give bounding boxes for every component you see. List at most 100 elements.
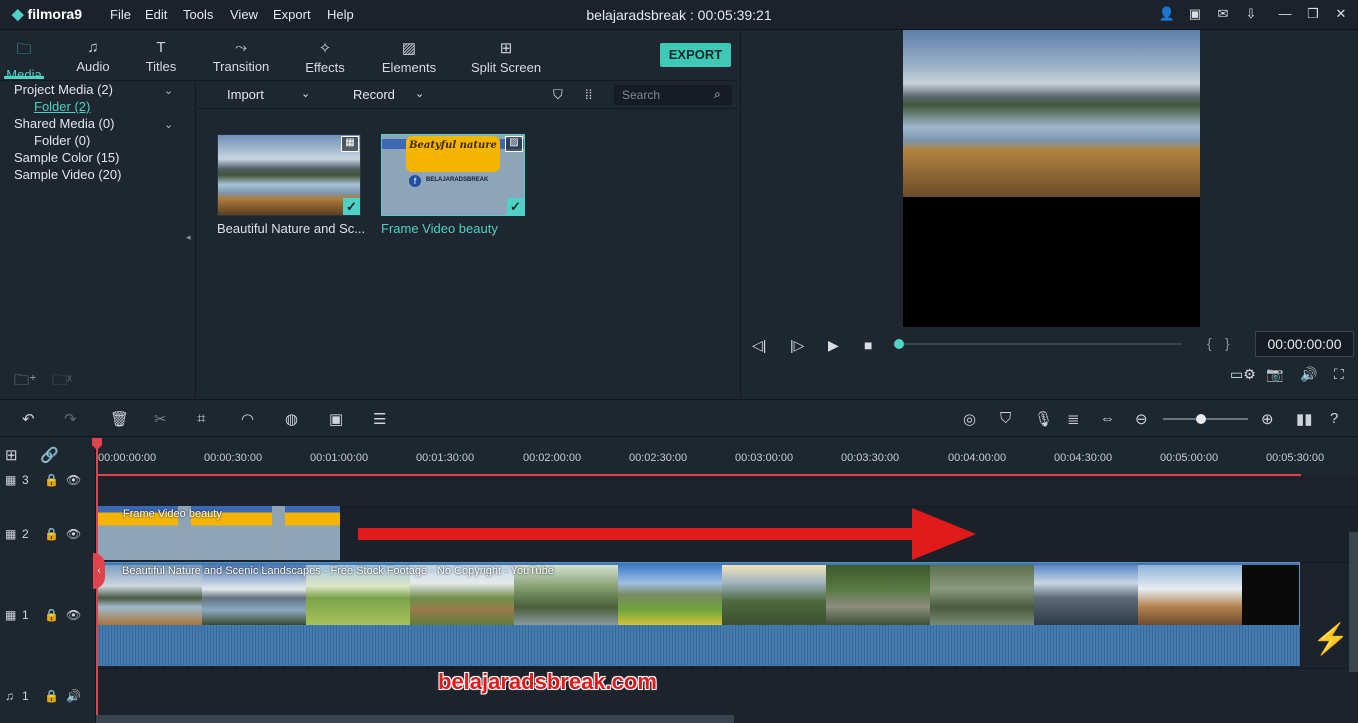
green-screen-icon[interactable]: ▣ — [329, 410, 343, 428]
voiceover-icon[interactable]: ≣ — [1067, 410, 1080, 428]
delete-folder-icon[interactable]: 🗀ˣ — [52, 370, 72, 395]
ruler-tick: 00:04:30:00 — [1054, 452, 1113, 464]
sample-color-item[interactable]: Sample Color (15) — [14, 150, 120, 165]
sample-video-item[interactable]: Sample Video (20) — [14, 167, 121, 182]
ruler-tick: 00:03:00:00 — [735, 452, 794, 464]
close-icon[interactable]: ✕ — [1332, 6, 1350, 24]
export-button[interactable]: EXPORT — [660, 43, 731, 67]
layout-icon[interactable]: ▮▮ — [1296, 410, 1313, 428]
clip-frame — [285, 506, 340, 560]
media-thumbnail-image[interactable]: Beatyful nature f BELAJARADSBREAK — [381, 134, 525, 216]
speed-icon[interactable]: ◠ — [241, 410, 254, 428]
zoom-in-icon[interactable]: ⊕ — [1261, 410, 1274, 428]
clip-frame — [722, 565, 826, 625]
zoom-out-icon[interactable]: ⊖ — [1135, 410, 1148, 428]
marker-icon[interactable]: ⛉ — [1000, 410, 1011, 427]
account-icon[interactable]: 👤 — [1158, 6, 1176, 24]
folder-item-selected[interactable]: Folder (2) — [34, 99, 90, 114]
fit-timeline-icon[interactable]: ⇔ — [1100, 410, 1115, 427]
link-icon[interactable]: 🔗 — [40, 446, 59, 464]
stop-icon[interactable]: ■ — [864, 337, 872, 353]
mark-out-icon[interactable]: } — [1225, 335, 1230, 351]
overlay-clip[interactable]: Frame Video beauty — [97, 506, 340, 560]
import-dropdown[interactable]: Import — [227, 87, 264, 102]
new-folder-icon[interactable]: 🗀⁺ — [14, 370, 37, 395]
microphone-icon[interactable]: 🎙 — [1034, 410, 1053, 428]
step-play-icon[interactable]: |▷ — [790, 337, 804, 354]
media-item-name: Beautiful Nature and Sc... — [217, 221, 366, 236]
active-tab-indicator — [4, 76, 44, 79]
minimize-icon[interactable]: — — [1276, 6, 1294, 24]
snapshot-icon[interactable]: 📷 — [1266, 366, 1283, 383]
lightning-icon[interactable]: ⚡ — [1312, 622, 1349, 666]
tab-split-screen[interactable]: ⊞ Split Screen — [466, 39, 546, 75]
horizontal-scrollbar[interactable] — [96, 715, 734, 723]
arrow-shape — [358, 508, 976, 560]
preview-scrubber[interactable] — [898, 343, 1182, 345]
eye-icon[interactable]: 👁 — [66, 608, 81, 622]
ruler-tick: 00:00:00:00 — [98, 452, 157, 464]
filter-icon[interactable]: ⛉ — [553, 87, 563, 103]
clip-frame — [618, 565, 722, 625]
crop-icon[interactable]: ⌗ — [197, 410, 205, 427]
ruler-tick: 00:05:00:00 — [1160, 452, 1219, 464]
render-settings-icon[interactable]: ▭⚙ — [1230, 366, 1256, 383]
clip-frame — [1034, 565, 1138, 625]
lock-icon[interactable]: 🔒 — [44, 689, 59, 703]
lock-icon[interactable]: 🔒 — [44, 608, 59, 622]
fullscreen-icon[interactable]: ⛶ — [1334, 366, 1344, 383]
collapse-panel-icon[interactable]: ◂ — [186, 232, 191, 243]
thumb-channel: BELAJARADSBREAK — [426, 177, 489, 183]
thumb-title: Beatyful nature — [406, 136, 500, 172]
project-media-item[interactable]: Project Media (2) — [14, 82, 113, 97]
tab-elements[interactable]: ▨ Elements — [376, 39, 442, 75]
speaker-icon[interactable]: 🔊 — [66, 689, 81, 703]
save-icon[interactable]: ▣ — [1186, 6, 1204, 24]
color-icon[interactable]: ◍ — [285, 410, 298, 428]
restore-icon[interactable]: ❐ — [1304, 6, 1322, 24]
delete-icon[interactable]: 🗑 — [110, 410, 129, 428]
chevron-down-icon[interactable]: ⌄ — [164, 84, 173, 97]
prev-frame-icon[interactable]: ◁| — [752, 337, 766, 354]
tab-effects[interactable]: ✧ Effects — [298, 39, 352, 75]
scrubber-handle[interactable] — [894, 339, 904, 349]
project-title: belajaradsbreak : 00:05:39:21 — [586, 7, 772, 23]
tab-audio[interactable]: ♫ Audio — [70, 39, 116, 74]
shared-media-item[interactable]: Shared Media (0) — [14, 116, 114, 131]
eye-icon[interactable]: 👁 — [66, 473, 81, 487]
video-track-3[interactable] — [96, 476, 1358, 506]
chevron-down-icon[interactable]: ⌄ — [415, 87, 424, 100]
help-icon[interactable]: ? — [1330, 410, 1338, 427]
volume-icon[interactable]: 🔊 — [1300, 366, 1317, 383]
checkmark-icon: ✓ — [507, 198, 524, 215]
chevron-down-icon[interactable]: ⌄ — [164, 118, 173, 131]
redo-icon[interactable]: ↷ — [64, 410, 77, 428]
search-icon[interactable]: ⌕ — [714, 87, 721, 102]
zoom-slider-handle[interactable] — [1196, 414, 1206, 424]
preview-frame — [903, 30, 1200, 197]
adjust-icon[interactable]: ☰ — [373, 410, 386, 428]
undo-icon[interactable]: ↶ — [22, 410, 35, 428]
cut-icon[interactable]: ✂ — [154, 410, 167, 428]
media-thumbnail-video[interactable] — [217, 134, 361, 216]
mail-icon[interactable]: ✉ — [1214, 6, 1232, 24]
chevron-down-icon[interactable]: ⌄ — [301, 87, 310, 100]
shared-folder-item[interactable]: Folder (0) — [34, 133, 90, 148]
mark-in-icon[interactable]: { — [1207, 335, 1212, 351]
lock-icon[interactable]: 🔒 — [44, 527, 59, 541]
play-icon[interactable]: ▶ — [828, 337, 839, 354]
tab-titles[interactable]: T Titles — [138, 39, 184, 74]
clip-title: Beautiful Nature and Scenic Landscapes -… — [122, 565, 554, 577]
grid-view-icon[interactable]: ⁞⁞ — [585, 87, 592, 102]
tab-transition[interactable]: ⤳ Transition — [206, 39, 276, 74]
download-icon[interactable]: ⇩ — [1242, 6, 1260, 24]
tab-label: Transition — [212, 59, 270, 74]
ruler-tick: 00:01:30:00 — [416, 452, 475, 464]
record-dropdown[interactable]: Record — [353, 87, 395, 102]
track-number: 3 — [22, 473, 29, 487]
lock-icon[interactable]: 🔒 — [44, 473, 59, 487]
eye-icon[interactable]: 👁 — [66, 527, 81, 541]
vertical-scrollbar[interactable] — [1349, 532, 1358, 672]
render-preview-icon[interactable]: ◎ — [963, 410, 976, 428]
add-track-icon[interactable]: ⊞ — [5, 446, 18, 464]
